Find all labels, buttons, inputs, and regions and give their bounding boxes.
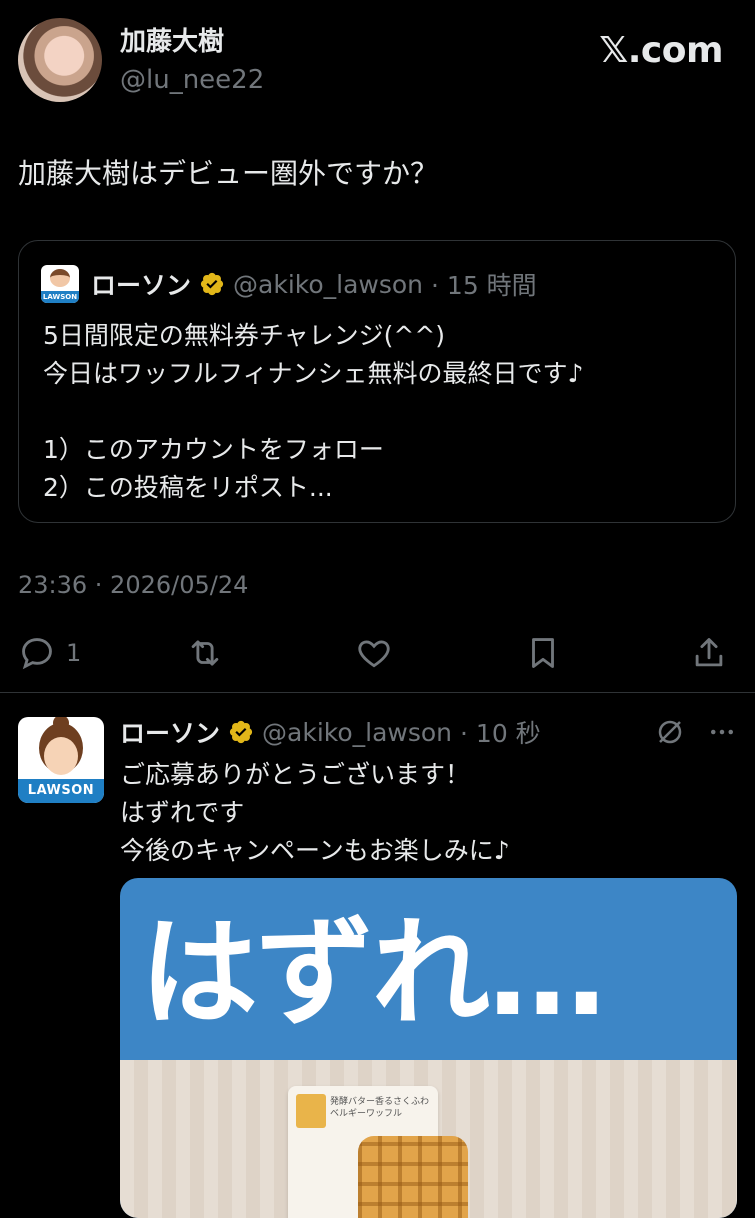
bookmark-button[interactable]: [524, 632, 562, 674]
quoted-tweet-time: · 15 時間: [431, 271, 537, 300]
author-handle[interactable]: @lu_nee22: [120, 64, 264, 96]
repost-icon: [191, 640, 219, 666]
divider: [0, 692, 755, 693]
share-button[interactable]: [690, 632, 728, 674]
verified-badge-icon: [200, 272, 224, 296]
reply-author-handle[interactable]: @akiko_lawson: [262, 718, 452, 747]
reply-icon: [22, 638, 52, 670]
reply-media-image[interactable]: はずれ… 発酵バター香るさくふわベルギーワッフル: [120, 878, 737, 1218]
reply-time: · 10 秒: [460, 719, 541, 748]
reply-author-name[interactable]: ローソン: [120, 714, 220, 750]
reply-author-avatar[interactable]: LAWSON: [18, 717, 104, 803]
like-button[interactable]: [355, 632, 393, 674]
reply-button[interactable]: 1: [18, 632, 81, 674]
reply-count: 1: [66, 639, 82, 667]
waffle-image: [358, 1136, 468, 1218]
media-product-area: 発酵バター香るさくふわベルギーワッフル: [120, 1060, 737, 1218]
quoted-tweet-card[interactable]: LAWSON ローソン @akiko_lawson · 15 時間 5日間限定の…: [18, 240, 736, 523]
author-display-name[interactable]: 加藤大樹: [120, 26, 224, 58]
quoted-author-avatar[interactable]: LAWSON: [41, 265, 79, 303]
tweet-text: 加藤大樹はデビュー圏外ですか？: [18, 157, 439, 190]
verified-badge-icon: [229, 720, 253, 744]
author-avatar[interactable]: [18, 18, 102, 102]
quoted-author-name[interactable]: ローソン: [91, 266, 191, 302]
more-options-icon[interactable]: [707, 717, 737, 747]
grok-icon[interactable]: [655, 717, 685, 747]
package-label: 発酵バター香るさくふわベルギーワッフル: [330, 1097, 430, 1119]
repost-button[interactable]: [186, 632, 224, 674]
reply-text: ご応募ありがとうございます！ はずれです 今後のキャンペーンもお楽しみに♪: [120, 760, 510, 865]
media-headline: はずれ…: [140, 904, 606, 1042]
bookmark-icon: [532, 638, 554, 668]
share-icon: [695, 638, 723, 667]
x-com-logo: 𝕏.com: [599, 30, 723, 71]
heart-icon: [358, 640, 390, 668]
waffle-package: 発酵バター香るさくふわベルギーワッフル: [288, 1086, 468, 1218]
quoted-tweet-text: 5日間限定の無料券チャレンジ(^^) 今日はワッフルフィナンシェ無料の最終日です…: [43, 321, 584, 502]
tweet-timestamp[interactable]: 23:36 · 2026/05/24: [18, 568, 248, 602]
lawson-product-logo: [296, 1094, 326, 1128]
quoted-author-handle[interactable]: @akiko_lawson: [233, 270, 423, 299]
